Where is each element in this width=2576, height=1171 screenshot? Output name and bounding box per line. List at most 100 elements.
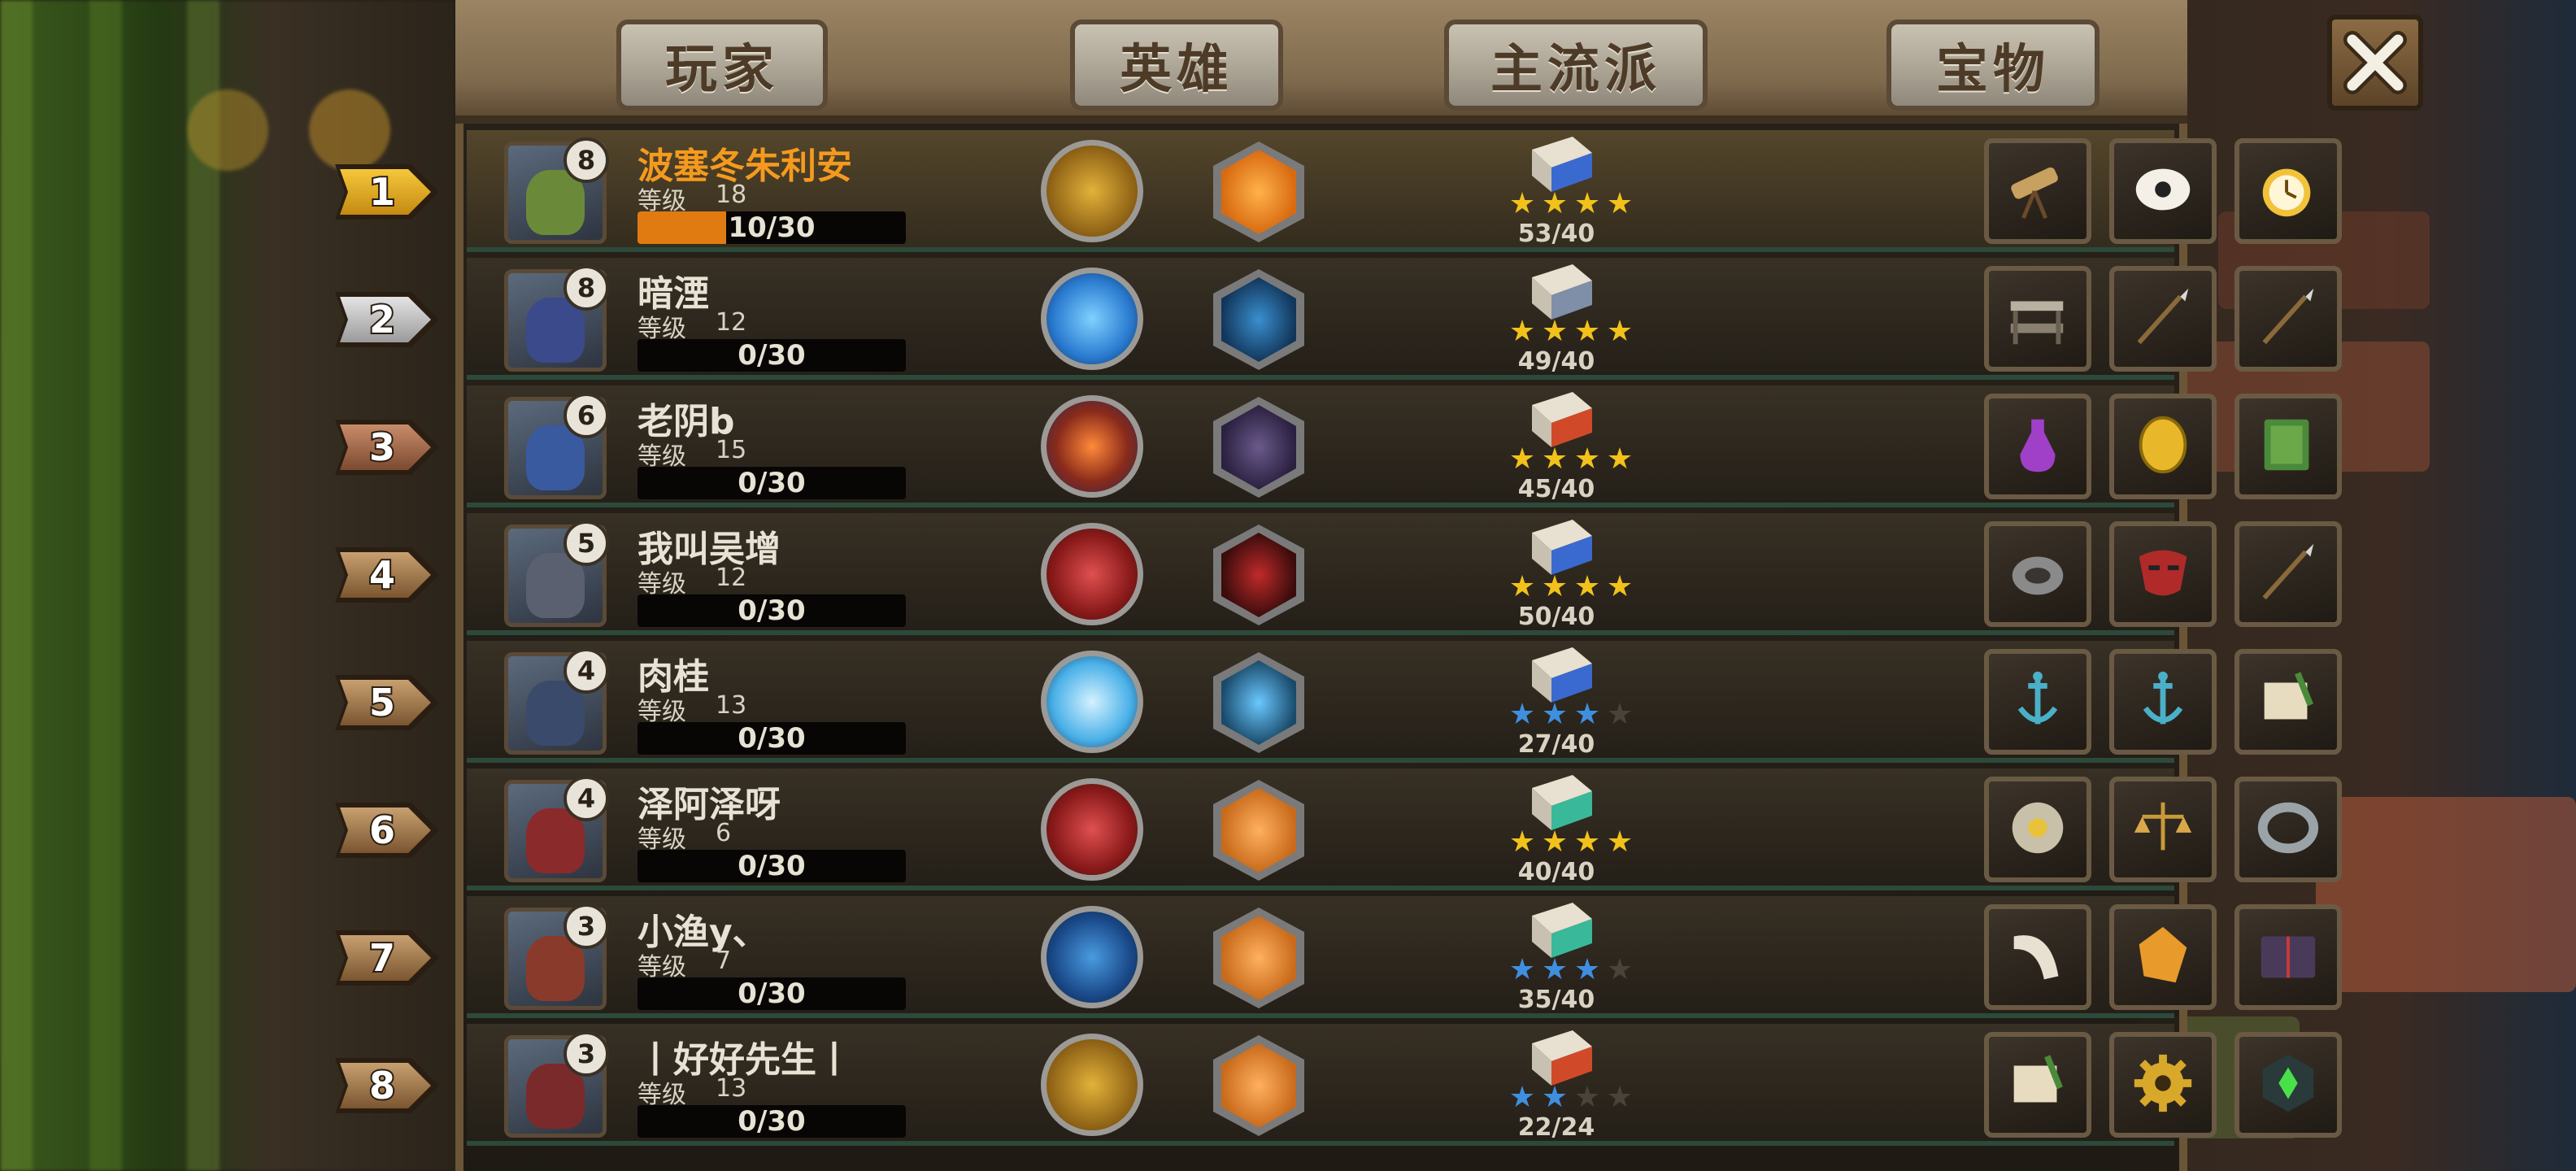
treasure-item[interactable] [2234,1032,2342,1138]
stone-ring-icon [2003,538,2073,611]
tab-treasure[interactable]: 宝物 [1886,20,2100,111]
player-level: 12 [716,308,747,337]
star-icon: ★ [1541,315,1569,348]
treasure-item[interactable] [2109,649,2217,755]
treasure-item[interactable] [1984,904,2091,1010]
avatar-badge: 4 [564,776,609,821]
rank-number: 6 [369,808,395,852]
treasure-item[interactable] [1984,138,2091,244]
table-row[interactable]: 4 肉桂 等级 13 0/30 ★ ★ ★ ★ 27/40 [467,641,2342,763]
ice-heart-icon[interactable] [1041,651,1143,753]
avatar[interactable]: 4 [504,648,609,755]
treasure-item[interactable] [1984,777,2091,882]
avatar[interactable]: 6 [504,393,609,499]
treasure-item[interactable] [2109,394,2217,499]
progress-text: 0/30 [738,467,806,499]
bench-icon [2003,282,2073,355]
tab-hero[interactable]: 英雄 [1070,20,1283,111]
close-button[interactable] [2327,15,2423,111]
progress-bar: 0/30 [637,977,906,1010]
star-icon: ★ [1508,825,1536,859]
treasure-item[interactable] [2234,266,2342,372]
progress-bar: 0/30 [637,722,906,755]
avatar[interactable]: 8 [504,265,609,372]
progress-bar: 0/30 [637,467,906,499]
treasure-item[interactable] [1984,266,2091,372]
star-icon: ★ [1606,825,1634,859]
blue-water-icon[interactable] [1041,268,1143,370]
treasure-item[interactable] [2234,394,2342,499]
player-level: 12 [716,564,747,592]
rank-badge: 8 [332,1051,442,1120]
treasure-item[interactable] [2109,777,2217,882]
treasure-item[interactable] [2109,138,2217,244]
build-book-icon[interactable] [1524,1027,1597,1089]
star-icon: ★ [1508,570,1536,603]
close-icon [2343,31,2407,94]
build-book-icon[interactable] [1524,133,1597,195]
player-level: 18 [716,181,747,209]
avatar[interactable]: 4 [504,776,609,882]
build-book-icon[interactable] [1524,899,1597,961]
build-book-icon[interactable] [1524,772,1597,834]
avatar[interactable]: 5 [504,520,609,627]
table-row[interactable]: 3 小渔y、 等级 7 0/30 ★ ★ ★ ★ 35/40 [467,896,2342,1018]
table-row[interactable]: 4 泽阿泽呀 等级 6 0/30 ★ ★ ★ ★ 40/40 [467,768,2342,890]
table-row[interactable]: 8 波塞冬朱利安 等级 18 10/30 ★ ★ ★ ★ 53/40 [467,130,2342,252]
spear-icon [2128,282,2198,355]
table-row[interactable]: 6 老阴b 等级 15 0/30 ★ ★ ★ ★ 45/40 [467,385,2342,507]
treasure-item[interactable] [2109,266,2217,372]
gold-star-hexagon-icon[interactable] [1205,138,1312,246]
orange-rays-hexagon-icon[interactable] [1205,904,1312,1012]
orange-rays-hexagon-icon[interactable] [1205,777,1312,884]
orange-rays-hexagon-icon[interactable] [1205,1032,1312,1139]
progress-text: 0/30 [738,594,806,627]
blue-star-icon[interactable] [1041,906,1143,1008]
treasure-item[interactable] [2234,521,2342,627]
star-icon: ★ [1606,953,1634,986]
treasure-item[interactable] [2109,904,2217,1010]
build-book-icon[interactable] [1524,389,1597,451]
build-book-icon[interactable] [1524,516,1597,578]
table-row[interactable]: 5 我叫吴增 等级 12 0/30 ★ ★ ★ ★ 50/40 [467,513,2342,635]
treasure-item[interactable] [2109,521,2217,627]
table-row[interactable]: 3 丨好好先生丨 等级 13 0/30 ★ ★ ★ ★ 22/24 [467,1024,2342,1146]
avatar[interactable]: 8 [504,137,609,244]
star-icon: ★ [1573,570,1601,603]
demon-hexagon-icon[interactable] [1205,521,1312,629]
treasure-item[interactable] [1984,394,2091,499]
build-score: 35/40 [1517,986,1595,1014]
blue-swirl-hexagon-icon[interactable] [1205,266,1312,373]
treasure-item[interactable] [2234,138,2342,244]
amber-crystal-icon [2128,921,2198,994]
green-book-icon [2253,410,2323,483]
avatar[interactable]: 3 [504,903,609,1010]
build-book-icon[interactable] [1524,261,1597,323]
flame-fist-icon[interactable] [1041,395,1143,498]
treasure-item[interactable] [1984,521,2091,627]
build-score: 45/40 [1517,475,1595,503]
star-icon: ★ [1573,315,1601,348]
treasure-item[interactable] [2234,649,2342,755]
red-axe-icon[interactable] [1041,778,1143,881]
treasure-item[interactable] [2234,904,2342,1010]
table-row[interactable]: 8 暗湮 等级 12 0/30 ★ ★ ★ ★ 49/40 [467,258,2342,380]
avatar[interactable]: 3 [504,1031,609,1138]
ice-egg-hexagon-icon[interactable] [1205,649,1312,756]
tornado-hexagon-icon[interactable] [1205,394,1312,501]
tab-player[interactable]: 玩家 [616,20,828,111]
gold-coin-icon [2128,410,2198,483]
treasure-item[interactable] [1984,649,2091,755]
tab-build[interactable]: 主流派 [1444,20,1708,111]
rank-number: 5 [369,681,395,725]
gold-coins-icon[interactable] [1041,1034,1143,1136]
gold-coins-icon[interactable] [1041,140,1143,242]
player-level: 7 [716,947,732,975]
build-book-icon[interactable] [1524,644,1597,706]
treasure-item[interactable] [2234,777,2342,882]
red-axe-icon[interactable] [1041,523,1143,625]
treasure-item[interactable] [2109,1032,2217,1138]
rank-number: 3 [369,425,395,469]
scroll-quill-icon [2253,665,2323,738]
treasure-item[interactable] [1984,1032,2091,1138]
